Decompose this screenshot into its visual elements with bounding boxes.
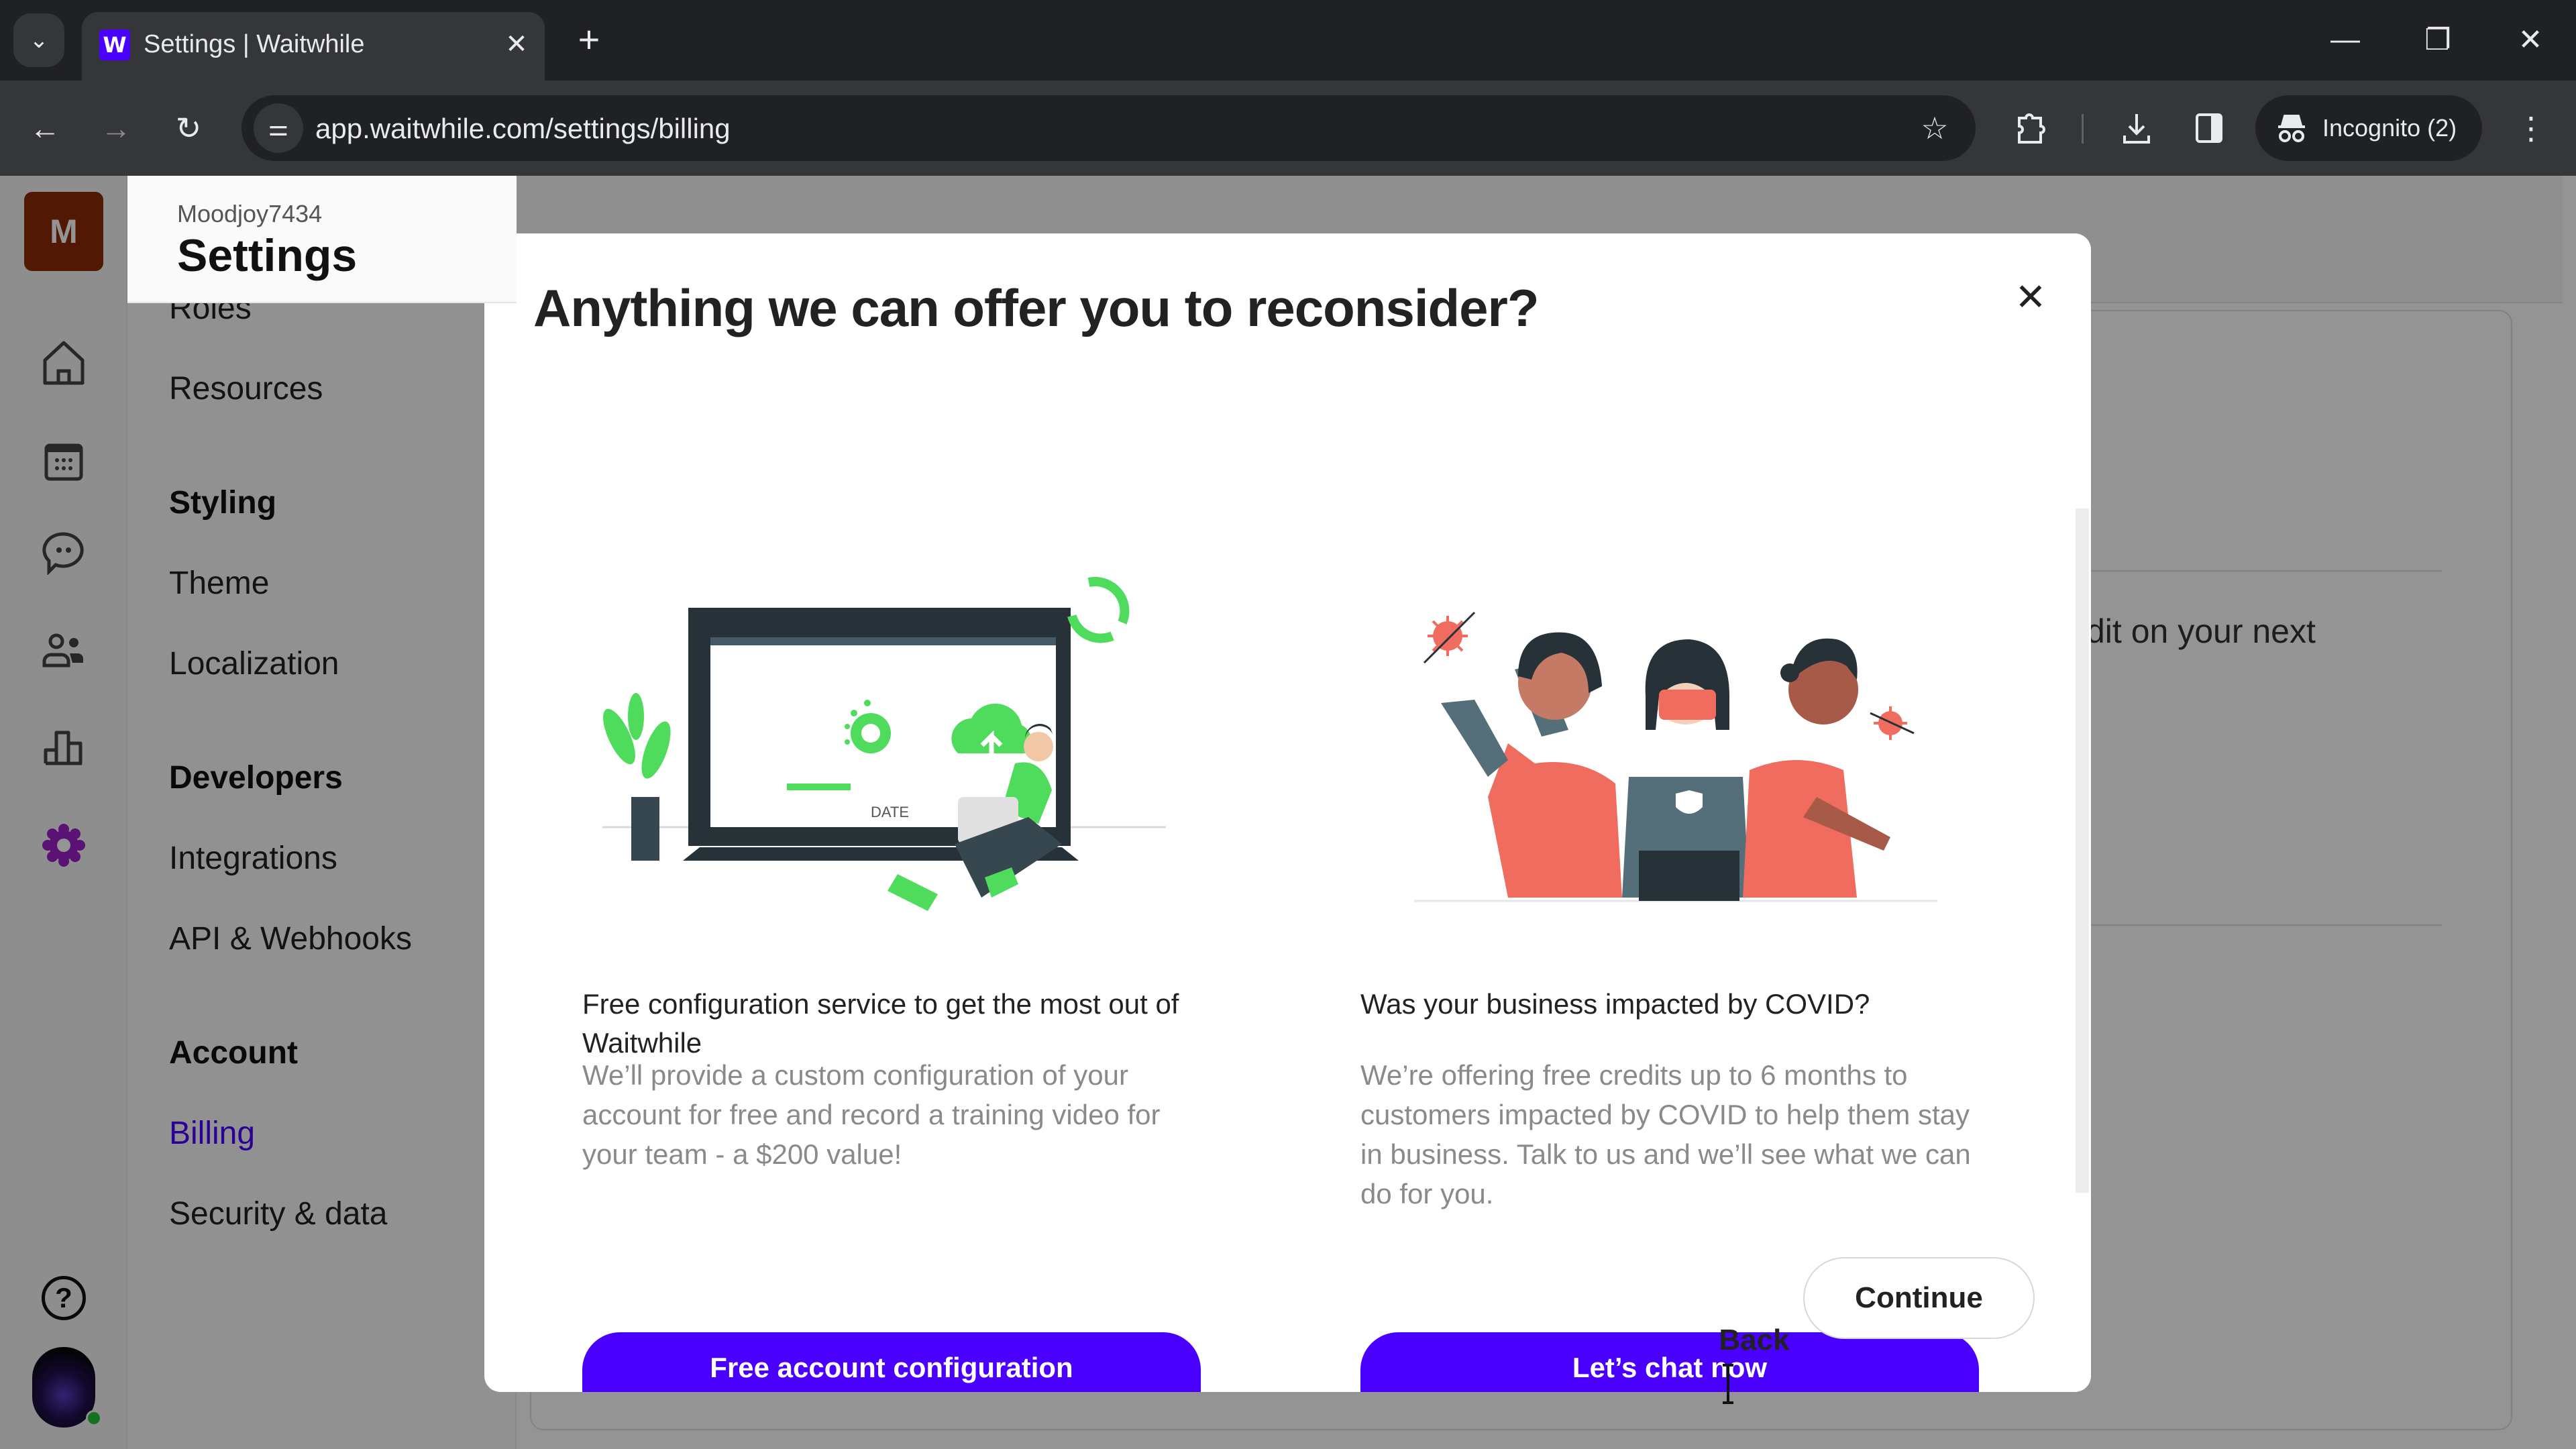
covid-illustration [1414, 611, 1937, 902]
illustration-date-text: DATE [871, 804, 909, 820]
offer-free-configuration: DATE Free configuration service to get t… [582, 233, 1206, 1392]
close-icon: ✕ [505, 30, 528, 59]
tune-icon: ⚌ [268, 115, 289, 141]
offer-description: We’re offering free credits up to 6 mont… [1360, 1059, 1971, 1210]
more-vert-icon: ⋮ [2516, 111, 2546, 146]
page-title: Settings [177, 230, 358, 281]
minimize-button[interactable]: — [2318, 16, 2372, 63]
offer-description: We’ll provide a custom configuration of … [582, 1059, 1161, 1170]
arrow-left-icon: ← [30, 111, 60, 146]
configuration-illustration: DATE [602, 576, 1166, 911]
restore-icon: ❐ [2424, 23, 2451, 56]
incognito-indicator[interactable]: Incognito (2) [2255, 95, 2482, 161]
bookmark-button[interactable]: ☆ [1911, 105, 1958, 152]
tab-close-button[interactable]: ✕ [498, 25, 535, 63]
chevron-down-icon: ⌄ [29, 28, 49, 53]
side-panel-icon [2196, 113, 2222, 143]
puzzle-icon [2018, 113, 2045, 144]
browser-toolbar: ← → ↻ ⚌ app.waitwhile.com/settings/billi… [0, 80, 2576, 176]
reload-button[interactable]: ↻ [164, 103, 213, 153]
side-panel-button[interactable] [2184, 103, 2234, 153]
back-button[interactable]: Back [1701, 1300, 1808, 1381]
org-name: Moodjoy7434 [177, 200, 323, 227]
reload-icon: ↻ [175, 111, 202, 146]
waitwhile-favicon-icon: W [99, 30, 130, 60]
plus-icon: + [578, 17, 600, 60]
browser-tab-active[interactable]: W Settings | Waitwhile ✕ [82, 12, 545, 80]
incognito-icon [2278, 115, 2305, 142]
new-tab-button[interactable]: + [569, 17, 609, 60]
minimize-icon: — [2330, 23, 2360, 56]
download-icon [2123, 114, 2150, 144]
extensions-button[interactable] [2006, 103, 2055, 153]
site-info-button[interactable]: ⚌ [254, 103, 303, 153]
tab-title: Settings | Waitwhile [144, 30, 365, 58]
back-nav-button[interactable]: ← [20, 103, 70, 153]
close-icon: ✕ [2518, 23, 2543, 56]
settings-header: Moodjoy7434 Settings [127, 176, 517, 303]
modal-scrollbar[interactable] [2076, 508, 2089, 1193]
lets-chat-now-button[interactable]: Let’s chat now [1360, 1332, 1979, 1392]
forward-nav-button[interactable]: → [91, 103, 141, 153]
waitwhile-settings-page: M ? Moodjoy7434 Settings Roles Resources [0, 176, 2576, 1449]
browser-menu-button[interactable]: ⋮ [2506, 103, 2556, 153]
browser-tab-bar: ⌄ W Settings | Waitwhile ✕ + — ❐ ✕ [0, 0, 2576, 80]
star-icon: ☆ [1921, 111, 1949, 146]
modal-close-button[interactable]: ✕ [2007, 274, 2054, 321]
toolbar-divider [2082, 114, 2084, 144]
arrow-right-icon: → [101, 111, 131, 146]
tab-search-button[interactable]: ⌄ [13, 13, 64, 67]
offer-heading: Free configuration service to get the mo… [582, 988, 1179, 1059]
close-icon: ✕ [2015, 276, 2047, 318]
restore-button[interactable]: ❐ [2411, 16, 2465, 63]
downloads-button[interactable] [2112, 103, 2161, 153]
close-window-button[interactable]: ✕ [2504, 16, 2557, 63]
continue-button[interactable]: Continue [1803, 1257, 2035, 1339]
offer-covid-credits: Was your business impacted by COVID? We’… [1360, 233, 1984, 1392]
incognito-label: Incognito (2) [2322, 114, 2457, 142]
url-text[interactable]: app.waitwhile.com/settings/billing [315, 110, 731, 148]
address-bar[interactable]: ⚌ app.waitwhile.com/settings/billing ☆ [241, 95, 1976, 161]
retention-offer-modal: Anything we can offer you to reconsider?… [484, 233, 2091, 1392]
offer-heading: Was your business impacted by COVID? [1360, 988, 1870, 1020]
free-account-configuration-button[interactable]: Free account configuration [582, 1332, 1201, 1392]
text-cursor-icon [1723, 1364, 1733, 1404]
